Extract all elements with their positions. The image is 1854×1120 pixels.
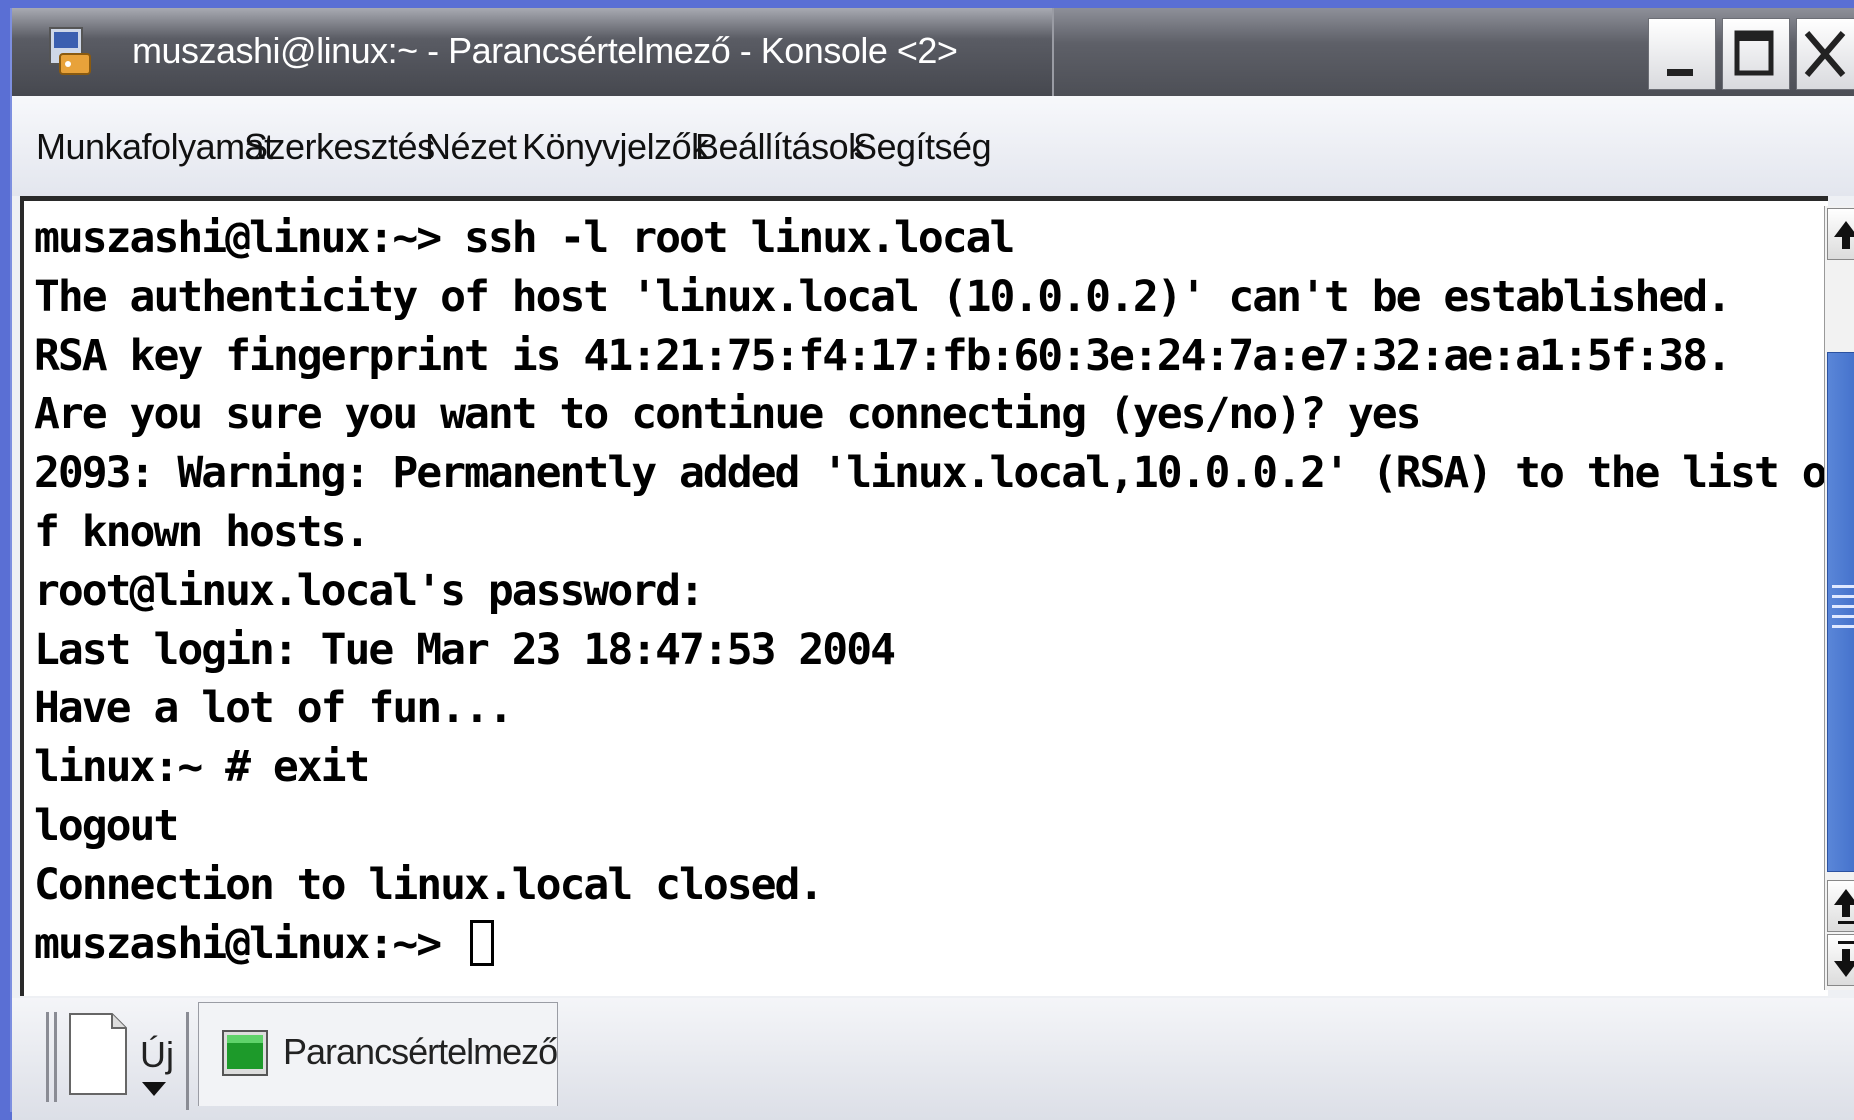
scroll-thumb[interactable]	[1827, 352, 1854, 872]
terminal-output: muszashi@linux:~> ssh -l root linux.loca…	[34, 209, 1828, 974]
menu-munkafolyamat[interactable]: Munkafolyamat	[36, 126, 274, 168]
minimize-icon	[1667, 69, 1693, 76]
konsole-window: muszashi@linux:~ - Parancsértelmező - Ko…	[10, 8, 1854, 1120]
tab-parancsertelmezo[interactable]: Parancsértelmező	[198, 1002, 558, 1106]
arrow-down-icon	[1834, 941, 1854, 977]
maximize-button[interactable]	[1722, 18, 1790, 90]
arrow-up-icon	[1834, 889, 1854, 924]
terminal-line: root@linux.local's password:	[34, 565, 705, 616]
terminal-prompt-line[interactable]: muszashi@linux:~>	[34, 915, 1824, 974]
terminal-line: Connection to linux.local closed.	[34, 859, 824, 910]
new-session-button[interactable]: Új	[42, 1002, 192, 1112]
terminal-area[interactable]: muszashi@linux:~> ssh -l root linux.loca…	[20, 196, 1828, 996]
dropdown-arrow-icon	[142, 1082, 166, 1096]
terminal-line: linux:~ # exit	[34, 742, 370, 793]
close-icon	[1804, 31, 1846, 77]
menu-beallitasok[interactable]: Beállítások	[695, 126, 866, 168]
text-cursor	[470, 919, 494, 966]
session-tab-bar: Új Parancsértelmező	[12, 998, 1854, 1120]
terminal-line: Are you sure you want to continue connec…	[34, 389, 1422, 440]
maximize-icon	[1734, 30, 1774, 76]
menu-nezet[interactable]: Nézet	[425, 126, 517, 168]
close-button[interactable]	[1796, 18, 1854, 90]
terminal-prompt: muszashi@linux:~>	[34, 918, 464, 969]
menu-bar: Munkafolyamat Szerkesztés Nézet Könyvjel…	[12, 96, 1854, 196]
terminal-line: Last login: Tue Mar 23 18:47:53 2004	[34, 624, 896, 675]
scroll-up-button[interactable]	[1827, 208, 1854, 260]
konsole-app-icon[interactable]	[48, 26, 94, 78]
terminal-line: RSA key fingerprint is 41:21:75:f4:17:fb…	[34, 330, 1732, 381]
terminal-line: 2093: Warning: Permanently added 'linux.…	[34, 448, 1828, 499]
terminal-line: f known hosts.	[34, 506, 370, 557]
scroll-down-button[interactable]	[1827, 934, 1854, 986]
minimize-button[interactable]	[1648, 18, 1716, 90]
arrow-up-icon	[1834, 221, 1854, 249]
scroll-grip	[1832, 605, 1854, 608]
menu-segitseg[interactable]: Segítség	[853, 126, 992, 168]
terminal-line: Have a lot of fun...	[34, 683, 514, 734]
scroll-grip	[1832, 585, 1854, 588]
terminal-line: The authenticity of host 'linux.local (1…	[34, 271, 1732, 322]
tab-label: Parancsértelmező	[283, 1031, 558, 1072]
scroll-grip	[1832, 625, 1854, 628]
scroll-grip	[1832, 615, 1854, 618]
terminal-line: muszashi@linux:~> ssh -l root linux.loca…	[34, 213, 1015, 263]
window-title: muszashi@linux:~ - Parancsértelmező - Ko…	[132, 30, 958, 71]
title-bar-active[interactable]: muszashi@linux:~ - Parancsértelmező - Ko…	[12, 8, 1054, 96]
scroll-grip	[1832, 595, 1854, 598]
new-session-label: Új	[140, 1034, 174, 1075]
terminal-icon	[222, 1030, 268, 1076]
vertical-scrollbar[interactable]	[1824, 206, 1854, 990]
title-bar[interactable]: muszashi@linux:~ - Parancsértelmező - Ko…	[12, 8, 1854, 96]
menu-szerkesztes[interactable]: Szerkesztés	[244, 126, 435, 168]
menu-konyvjelzok[interactable]: Könyvjelzők	[522, 126, 709, 168]
terminal-line: logout	[34, 800, 179, 851]
scroll-up-button-lower[interactable]	[1827, 880, 1854, 932]
